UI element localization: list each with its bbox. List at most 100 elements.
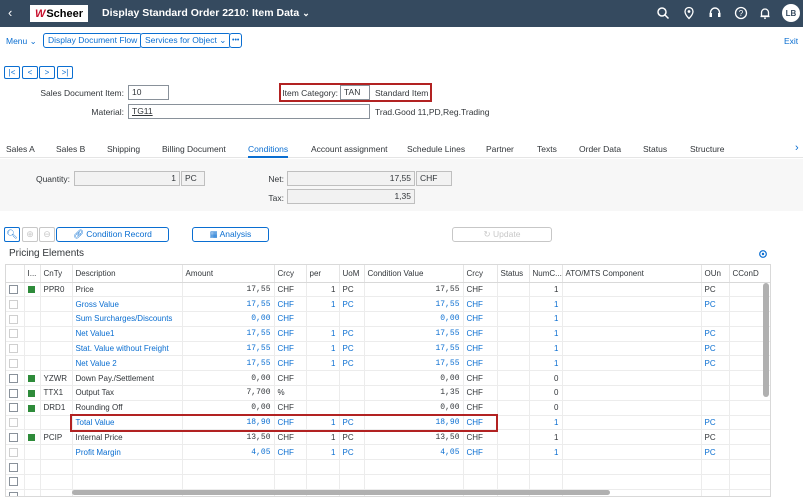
tab-structure[interactable]: Structure [690, 144, 725, 154]
description-cell[interactable]: Stat. Value without Freight [72, 341, 183, 357]
row-select-cell[interactable] [6, 489, 25, 496]
col-ccond[interactable]: CConD [729, 265, 770, 283]
row-checkbox[interactable] [9, 359, 18, 369]
row-checkbox[interactable] [9, 418, 18, 428]
row-checkbox[interactable] [9, 373, 18, 383]
condition-record-button[interactable]: 🔗︎ Condition Record [56, 227, 169, 242]
row-checkbox[interactable] [9, 477, 18, 487]
chevron-right-icon[interactable]: › [795, 142, 799, 154]
table-row[interactable]: Profit Margin 4,05 CHF 1 PC 4,05 CHF 1 PC [6, 444, 770, 461]
last-item-button[interactable]: >| [57, 66, 73, 79]
tab-order-data[interactable]: Order Data [579, 144, 621, 154]
first-item-button[interactable]: |< [4, 66, 20, 79]
col-crcy[interactable]: Crcy [274, 265, 307, 283]
col-oun[interactable]: OUn [701, 265, 730, 283]
row-select-cell[interactable] [6, 296, 25, 313]
table-row[interactable] [6, 459, 770, 475]
row-select-cell[interactable] [6, 429, 25, 446]
col-status-indicator[interactable]: I... [24, 265, 41, 283]
col-uom[interactable]: UoM [339, 265, 365, 283]
row-checkbox[interactable] [9, 492, 18, 496]
zoom-icon[interactable]: 🔍︎ [4, 227, 20, 242]
col-ato-mts-component[interactable]: ATO/MTS Component [562, 265, 702, 283]
table-row[interactable]: Sum Surcharges/Discounts 0,00 CHF 0,00 CHF 1 [6, 311, 770, 327]
row-select-cell[interactable] [6, 326, 25, 342]
sales-document-item-field[interactable]: 10 [128, 85, 169, 100]
table-row[interactable]: DRD1 Rounding Off 0,00 CHF 0,00 CHF 0 [6, 400, 770, 416]
table-row[interactable]: TTX1 Output Tax 7,700% 1,35 CHF 0 [6, 385, 770, 401]
table-row[interactable]: PPR0 Price 17,55 CHF 1 PC 17,55 CHF 1 PC [6, 282, 770, 298]
horizontal-scrollbar[interactable] [72, 490, 610, 495]
display-document-flow-button[interactable]: Display Document Flow [43, 33, 143, 48]
col-condition-value[interactable]: Condition Value [364, 265, 464, 283]
previous-item-button[interactable]: < [22, 66, 38, 79]
tab-sales-b[interactable]: Sales B [56, 144, 85, 154]
company-logo[interactable]: W Scheer [30, 5, 88, 22]
row-select-cell[interactable] [6, 355, 25, 372]
table-row[interactable]: Gross Value 17,55 CHF 1 PC 17,55 CHF 1 PC [6, 296, 770, 313]
row-checkbox[interactable] [9, 299, 18, 309]
row-select-cell[interactable] [6, 370, 25, 387]
bell-icon[interactable] [758, 6, 772, 20]
tab-sales-a[interactable]: Sales A [6, 144, 35, 154]
col-numc[interactable]: NumC... [529, 265, 563, 283]
row-select-cell[interactable] [6, 400, 25, 416]
more-button[interactable]: ••• [229, 33, 243, 48]
menu-button[interactable]: Menu ⌄ [6, 36, 37, 47]
row-select-cell[interactable] [6, 385, 25, 401]
settings-icon[interactable] [758, 249, 768, 259]
exit-button[interactable]: Exit [784, 36, 798, 46]
next-item-button[interactable]: > [39, 66, 55, 79]
search-icon[interactable] [656, 6, 670, 20]
row-checkbox[interactable] [9, 329, 18, 339]
description-cell[interactable]: Gross Value [72, 296, 183, 313]
col-status[interactable]: Status [497, 265, 530, 283]
tab-schedule-lines[interactable]: Schedule Lines [407, 144, 465, 154]
row-checkbox[interactable] [9, 403, 18, 413]
material-field[interactable]: TG11 [128, 104, 370, 119]
col-per[interactable]: per [306, 265, 340, 283]
description-cell[interactable]: Net Value1 [72, 326, 183, 342]
table-row[interactable]: PCIP Internal Price 13,50 CHF 1 PC 13,50 CHF 1 PC [6, 429, 770, 446]
table-row[interactable]: Net Value 2 17,55 CHF 1 PC 17,55 CHF 1 PC [6, 355, 770, 372]
help-icon[interactable]: ? [734, 6, 748, 20]
tab-conditions[interactable]: Conditions [248, 144, 289, 158]
row-checkbox[interactable] [9, 285, 18, 295]
tab-status[interactable]: Status [643, 144, 667, 154]
tab-shipping[interactable]: Shipping [107, 144, 140, 154]
row-select-cell[interactable] [6, 282, 25, 298]
app-title[interactable]: Display Standard Order 2210: Item Data ⌄ [102, 7, 310, 19]
analysis-button[interactable]: ▦ Analysis [192, 227, 269, 242]
vertical-scrollbar[interactable] [763, 283, 769, 397]
table-row[interactable]: Stat. Value without Freight 17,55 CHF 1 PC 17… [6, 341, 770, 357]
row-checkbox[interactable] [9, 344, 18, 354]
row-select-cell[interactable] [6, 341, 25, 357]
col-amount[interactable]: Amount [182, 265, 275, 283]
row-checkbox[interactable] [9, 447, 18, 457]
back-icon[interactable]: ‹ [8, 6, 12, 20]
tab-texts[interactable]: Texts [537, 144, 557, 154]
row-checkbox[interactable] [9, 314, 18, 324]
row-select-cell[interactable] [6, 459, 25, 475]
row-select-cell[interactable] [6, 311, 25, 327]
table-row[interactable] [6, 474, 770, 490]
col-description[interactable]: Description [72, 265, 183, 283]
location-icon[interactable] [682, 6, 696, 20]
description-cell[interactable]: Sum Surcharges/Discounts [72, 311, 183, 327]
description-cell[interactable]: Net Value 2 [72, 355, 183, 372]
col-cnty[interactable]: CnTy [40, 265, 73, 283]
row-select-cell[interactable] [6, 474, 25, 490]
headset-icon[interactable] [708, 6, 722, 20]
col-condition-crcy[interactable]: Crcy [463, 265, 498, 283]
table-row[interactable]: Net Value1 17,55 CHF 1 PC 17,55 CHF 1 PC [6, 326, 770, 342]
tab-partner[interactable]: Partner [486, 144, 514, 154]
tab-billing-document[interactable]: Billing Document [162, 144, 226, 154]
tab-account-assignment[interactable]: Account assignment [311, 144, 388, 154]
row-checkbox[interactable] [9, 433, 18, 443]
table-row[interactable]: YZWR Down Pay./Settlement 0,00 CHF 0,00 CHF 0 [6, 370, 770, 387]
services-for-object-button[interactable]: Services for Object ⌄ [140, 33, 232, 48]
row-select-cell[interactable] [6, 415, 25, 431]
row-checkbox[interactable] [9, 462, 18, 472]
avatar[interactable]: LB [782, 4, 800, 22]
description-cell[interactable]: Profit Margin [72, 444, 183, 461]
